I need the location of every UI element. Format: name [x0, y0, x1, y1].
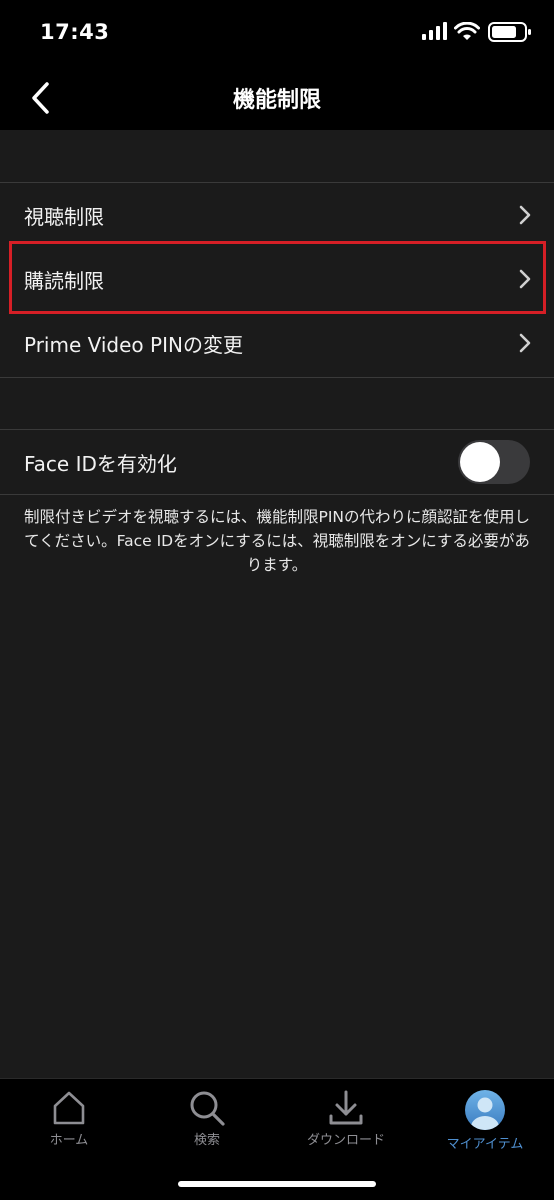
face-id-row: Face IDを有効化: [0, 430, 554, 494]
tab-search[interactable]: 検索: [138, 1085, 276, 1155]
tab-home-label: ホーム: [49, 1133, 89, 1148]
chevron-right-icon: [519, 269, 531, 289]
purchase-restrictions-label: 購読制限: [24, 268, 104, 293]
page-title: 機能制限: [232, 88, 321, 113]
status-bar: 17:43: [0, 0, 554, 64]
face-id-toggle[interactable]: [458, 440, 530, 484]
viewing-restrictions-label: 視聴制限: [24, 204, 104, 229]
purchase-restrictions-row[interactable]: 購読制限: [0, 247, 554, 311]
tab-home[interactable]: ホーム: [0, 1085, 138, 1155]
toggle-knob: [460, 442, 500, 482]
tab-my-items-label: マイアイテム: [446, 1137, 524, 1152]
screen: 17:43 機能制限 視聴制限 購読制限 Prime Video PINの変更 …: [0, 0, 554, 1200]
chevron-right-icon: [519, 205, 531, 225]
face-id-label: Face IDを有効化: [24, 451, 177, 476]
download-icon: [329, 1090, 363, 1125]
change-pin-row[interactable]: Prime Video PINの変更: [0, 311, 554, 375]
face-id-note: 制限付きビデオを視聴するには、機能制限PINの代わりに顔認証を使用してください。…: [23, 508, 530, 574]
battery-icon: [488, 22, 531, 42]
tab-search-label: 検索: [193, 1133, 220, 1148]
nav-bar: 機能制限: [0, 64, 554, 130]
viewing-restrictions-row[interactable]: 視聴制限: [0, 183, 554, 247]
tab-my-items[interactable]: マイアイテム: [416, 1085, 554, 1155]
restrictions-list: 視聴制限 購読制限 Prime Video PINの変更: [0, 182, 554, 378]
tab-downloads-label: ダウンロード: [306, 1133, 385, 1148]
face-id-group: Face IDを有効化: [0, 429, 554, 495]
chevron-right-icon: [519, 333, 531, 353]
signal-icon: [422, 22, 447, 40]
home-icon: [53, 1091, 85, 1125]
wifi-icon: [454, 22, 480, 40]
change-pin-label: Prime Video PINの変更: [24, 332, 243, 357]
tab-downloads[interactable]: ダウンロード: [277, 1085, 415, 1155]
home-indicator: [178, 1181, 376, 1187]
search-icon: [190, 1091, 225, 1126]
profile-icon: [465, 1090, 505, 1130]
status-time: 17:43: [40, 20, 110, 44]
